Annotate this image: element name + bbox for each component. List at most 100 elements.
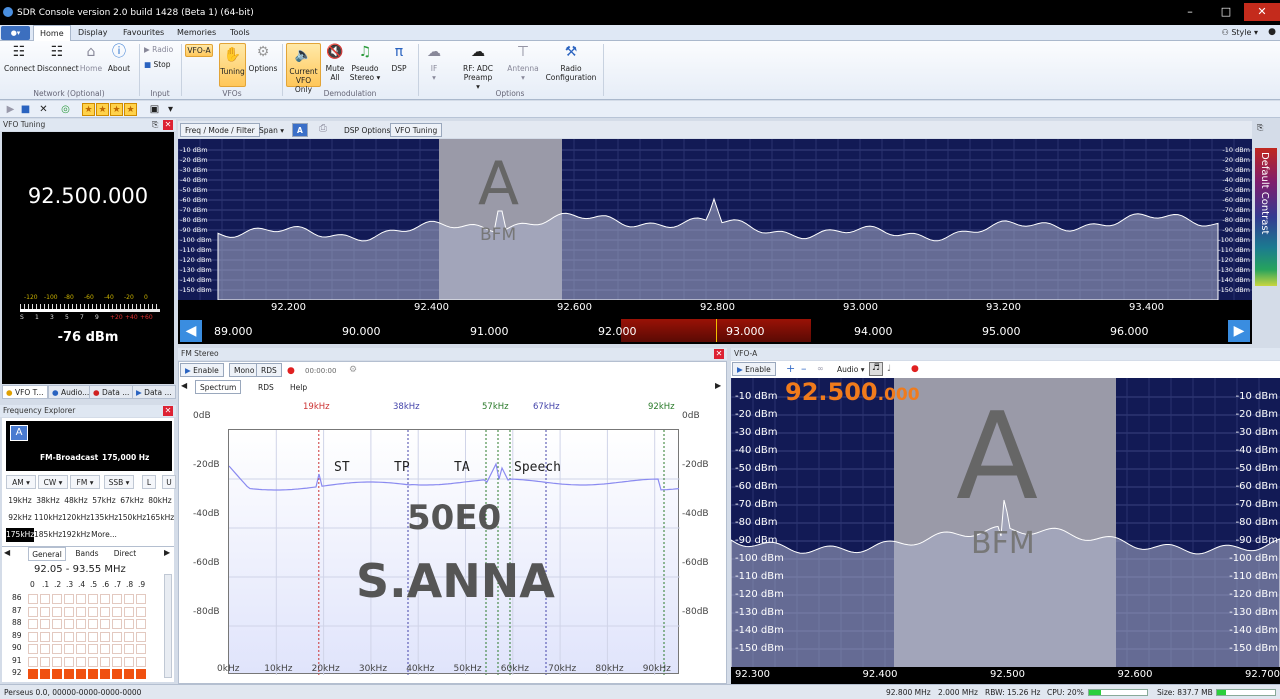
zoom-in-icon[interactable]: + (786, 362, 795, 375)
panel-close-icon[interactable]: ✕ (163, 406, 173, 416)
frequency-cell[interactable] (40, 631, 50, 642)
tab-tools[interactable]: Tools (224, 25, 256, 41)
frequency-cell[interactable] (52, 619, 62, 629)
mode-button[interactable]: L (142, 475, 156, 489)
band-overview[interactable]: ◀ 89.000 90.000 91.000 92.000 93.000 94.000 95… (178, 317, 1252, 344)
tab-favourites[interactable]: Favourites (117, 25, 170, 41)
frequency-cell[interactable] (124, 619, 134, 629)
frequency-cell[interactable] (64, 656, 74, 667)
audio-dropdown[interactable]: Audio ▾ (837, 365, 864, 374)
frequency-cell[interactable] (76, 656, 86, 667)
settings-icon[interactable]: ⚙ (349, 365, 357, 375)
frequency-cell[interactable] (40, 606, 50, 617)
frequency-cell[interactable] (52, 644, 62, 654)
frequency-cell[interactable] (124, 656, 134, 667)
style-menu[interactable]: ⚇ Style ▾ (1222, 25, 1258, 41)
fm-enable-button[interactable]: ▶ Enable (180, 363, 224, 377)
frequency-cell[interactable] (100, 669, 110, 679)
tab-direct[interactable]: Direct (108, 547, 142, 561)
mute-icon[interactable]: ♩ (887, 364, 891, 374)
bandwidth-button[interactable]: 150kHz (118, 511, 146, 525)
frequency-cell[interactable] (136, 594, 146, 604)
bandwidth-button[interactable]: 57kHz (90, 494, 118, 508)
record-icon[interactable]: ● (287, 366, 295, 376)
frequency-cell[interactable] (64, 594, 74, 604)
frequency-cell[interactable] (88, 594, 98, 604)
frequency-cell[interactable] (52, 656, 62, 667)
bandwidth-button[interactable]: 67kHz (118, 494, 146, 508)
tuning-button[interactable]: ✋ Tuning (219, 43, 246, 87)
play-icon[interactable]: ▶ (4, 103, 17, 116)
frequency-cell[interactable] (52, 606, 62, 617)
frequency-cell[interactable] (136, 631, 146, 642)
frequency-cell[interactable] (100, 631, 110, 642)
frequency-cell[interactable] (124, 606, 134, 617)
print-icon[interactable]: ⎙ (319, 123, 327, 134)
bandwidth-button[interactable]: More... (90, 528, 118, 542)
tab-rds[interactable]: RDS (253, 380, 279, 394)
bandwidth-button[interactable]: 192kHz (62, 528, 90, 542)
radio-configuration-button[interactable]: ⚒ Radio Configuration (545, 41, 597, 83)
stop-button[interactable]: ■ Stop (144, 60, 184, 69)
frequency-cell[interactable] (64, 631, 74, 642)
customize-icon[interactable]: ▾ (164, 103, 177, 116)
spectrum-display[interactable]: -10 dBm -20 dBm -30 dBm -40 dBm -50 dBm -60 d… (178, 139, 1252, 300)
contrast-bar[interactable]: Default Contrast (1255, 148, 1277, 286)
frequency-cell[interactable] (76, 631, 86, 642)
frequency-cell[interactable] (28, 644, 38, 654)
frequency-cell[interactable] (76, 594, 86, 604)
favourite-star-icon[interactable]: ★ (110, 103, 123, 116)
tab-vfo-tuning[interactable]: ● VFO T... (2, 385, 48, 399)
speaker-icon[interactable]: ♬ (869, 362, 883, 376)
mode-button[interactable]: AM ▾ (6, 475, 36, 489)
rf-preamp-button[interactable]: ☁ RF: ADC Preamp ▾ (450, 41, 506, 92)
frequency-cell[interactable] (76, 619, 86, 629)
file-menu-button[interactable]: ●▾ (1, 26, 30, 40)
frequency-cell[interactable] (124, 594, 134, 604)
frequency-cell[interactable] (100, 606, 110, 617)
pin-icon[interactable]: ⎘ (1257, 123, 1263, 133)
about-button[interactable]: ⓘ About (106, 41, 132, 74)
camera-icon[interactable]: ▣ (148, 103, 161, 116)
frequency-cell[interactable] (28, 606, 38, 617)
tab-audio[interactable]: ● Audio... (48, 385, 94, 399)
antenna-button[interactable]: ⊤ Antenna ▾ (507, 41, 539, 83)
frequency-cell[interactable] (88, 631, 98, 642)
bandwidth-button[interactable]: 80kHz (146, 494, 174, 508)
frequency-cell[interactable] (40, 619, 50, 629)
panel-close-icon[interactable]: ✕ (714, 349, 724, 359)
frequency-cell[interactable] (88, 656, 98, 667)
frequency-cell[interactable] (52, 669, 62, 679)
frequency-cell[interactable] (136, 606, 146, 617)
bandwidth-button[interactable]: 38kHz (34, 494, 62, 508)
frequency-cell[interactable] (112, 619, 122, 629)
frequency-cell[interactable] (112, 594, 122, 604)
connect-button[interactable]: ☷ Connect (4, 41, 35, 74)
frequency-cell[interactable] (112, 656, 122, 667)
frequency-cell[interactable] (28, 631, 38, 642)
frequency-cell[interactable] (88, 619, 98, 629)
frequency-cell[interactable] (76, 644, 86, 654)
record-icon[interactable]: ● (911, 364, 919, 374)
home-button[interactable]: ⌂ Home (78, 41, 104, 74)
frequency-cell[interactable] (52, 594, 62, 604)
frequency-cell[interactable] (76, 606, 86, 617)
dsp-options-button[interactable]: DSP Options (339, 123, 395, 137)
frequency-cell[interactable] (88, 606, 98, 617)
help-icon[interactable]: ● (1268, 27, 1276, 37)
vfo-a-frequency[interactable]: 92.500.000 (785, 378, 920, 406)
disconnect-button[interactable]: ☷ Disconnect (37, 41, 79, 74)
frequency-cell[interactable] (100, 594, 110, 604)
frequency-cell[interactable] (88, 669, 98, 679)
favourite-star-icon[interactable]: ★ (82, 103, 95, 116)
favourite-star-icon[interactable]: ★ (96, 103, 109, 116)
dsp-button[interactable]: π DSP (388, 41, 410, 74)
mode-button[interactable]: U (162, 475, 176, 489)
minimize-button[interactable]: – (1172, 3, 1208, 21)
maximize-button[interactable]: □ (1208, 3, 1244, 21)
vfo-tuning-button[interactable]: VFO Tuning (390, 123, 443, 137)
vfo-a-button[interactable]: A (292, 123, 308, 137)
mode-button[interactable]: CW ▾ (38, 475, 68, 489)
tab-spectrum[interactable]: Spectrum (195, 380, 242, 394)
bandwidth-button[interactable]: 110kHz (34, 511, 62, 525)
